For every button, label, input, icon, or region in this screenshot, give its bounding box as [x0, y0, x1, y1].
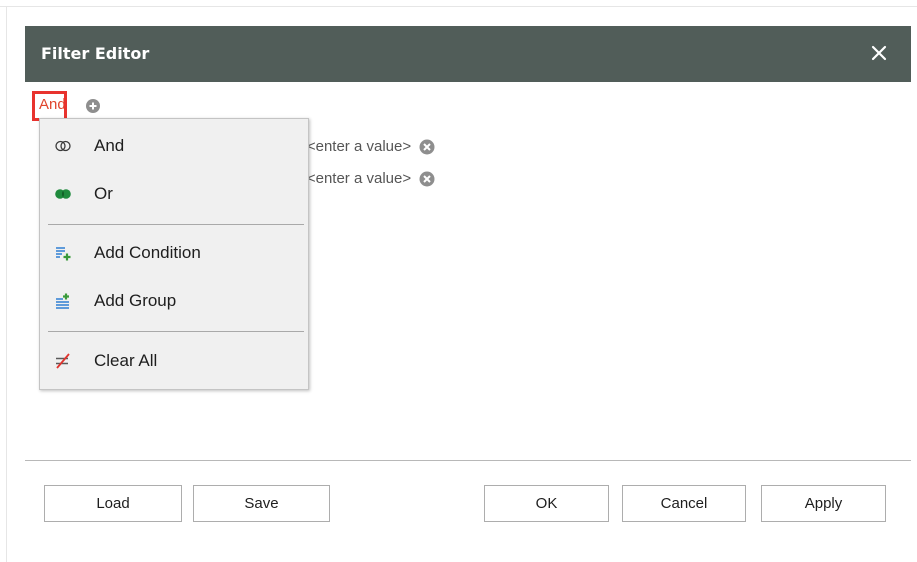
operator-highlight [32, 91, 67, 121]
remove-circle-icon[interactable] [419, 171, 435, 187]
condition-value[interactable]: <enter a value> [307, 170, 411, 187]
apply-button[interactable]: Apply [761, 485, 886, 522]
menu-item-add-group[interactable]: Add Group [40, 281, 308, 321]
add-group-icon [56, 293, 69, 309]
ok-button[interactable]: OK [484, 485, 609, 522]
menu-item-clear-all[interactable]: Clear All [40, 341, 308, 381]
plus-circle-icon[interactable] [85, 98, 101, 114]
menu-item-label: Add Group [94, 291, 177, 310]
menu-item-label: And [94, 136, 125, 155]
menu-item-label: Clear All [94, 351, 158, 370]
cancel-button[interactable]: Cancel [622, 485, 746, 522]
save-button[interactable]: Save [193, 485, 330, 522]
menu-item-and[interactable]: And [40, 126, 308, 166]
menu-item-label: Or [94, 184, 113, 203]
menu-item-label: Add Condition [94, 243, 201, 262]
operator-context-menu: And Or Add Condition Add Group Clear All [39, 118, 309, 390]
dialog-title: Filter Editor [41, 44, 150, 63]
condition-value[interactable]: <enter a value> [307, 138, 411, 155]
clear-all-icon [56, 353, 70, 369]
remove-circle-icon[interactable] [419, 139, 435, 155]
frame-line [0, 6, 917, 7]
menu-separator [48, 331, 304, 332]
load-button[interactable]: Load [44, 485, 182, 522]
menu-item-add-condition[interactable]: Add Condition [40, 233, 308, 273]
menu-item-or[interactable]: Or [40, 174, 308, 214]
dialog-titlebar: Filter Editor [25, 26, 911, 82]
frame-line [6, 6, 7, 562]
add-condition-icon [56, 247, 71, 261]
menu-separator [48, 224, 304, 225]
footer-divider [25, 460, 911, 461]
close-icon[interactable] [869, 43, 889, 63]
and-icon [55, 140, 71, 152]
or-icon [55, 189, 71, 199]
